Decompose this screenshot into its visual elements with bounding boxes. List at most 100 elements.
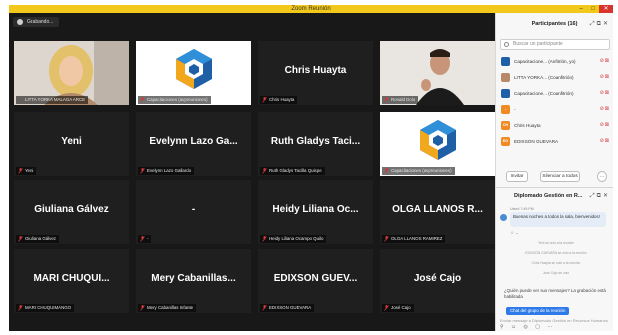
maximize-icon[interactable]: □ <box>587 5 599 13</box>
video-tile[interactable]: Capacitaciones (avpreuniones) <box>136 41 251 105</box>
participant-name-text: OLGA LLANOS RAMIREZ <box>391 236 443 241</box>
video-tile[interactable]: Mery Cabanillas... Mery Cabanillas Infant… <box>136 249 251 313</box>
microphone-muted-icon <box>384 305 389 311</box>
participant-display-name: OLGA LLANOS R... <box>392 204 483 215</box>
participant-name-label: Ruth Gladys Tacilla Quispe <box>260 167 325 175</box>
participant-name-label: Mery Cabanillas Infante <box>138 304 197 312</box>
mute-all-button[interactable]: Silenciar a todos <box>540 171 580 182</box>
participant-search-input[interactable]: Buscar un participante <box>500 39 610 50</box>
participant-name-text: EDIXSON GUEVARA <box>269 305 312 310</box>
invite-button[interactable]: Invitar <box>506 171 528 182</box>
video-tile[interactable]: Giuliana Gálvez Giuliana Gálvez <box>14 180 129 244</box>
participant-display-name: Mery Cabanillas... <box>151 273 236 284</box>
video-tile[interactable]: Evelynn Lazo Ga... Evelynn Lazo Gallardo <box>136 112 251 176</box>
chat-header-icons[interactable]: ⤢⧉✕ <box>590 189 610 203</box>
participant-list-item[interactable]: Capacitacione... (Coanfitrión) ⊘⊠ <box>496 86 614 102</box>
participant-name-label: Heidy Liliana Ocampo Quilo <box>260 235 327 243</box>
video-tile[interactable]: LITTA YORKA MALAGA ARCE <box>14 41 129 105</box>
window-controls: – □ ✕ <box>575 5 613 13</box>
participant-name-label: OLGA LLANOS RAMIREZ <box>382 235 446 243</box>
mute-video-status-icon[interactable]: ⊘⊠ <box>600 118 610 133</box>
microphone-muted-icon <box>140 168 145 174</box>
participant-list-item[interactable]: Capacitacione... (Anfitrión, yo) ⊘⊠ <box>496 54 614 70</box>
participant-name-label: MARI CHUQUIMANGO <box>16 304 75 312</box>
participant-name-label: Ronald Dolo <box>382 96 419 104</box>
avatar: EG <box>501 137 510 146</box>
organization-logo-icon <box>176 49 212 89</box>
participant-name-label: José Cajo <box>382 304 414 312</box>
participant-list-name: Capacitacione... (Coanfitrión) <box>514 91 574 96</box>
avatar <box>501 89 510 98</box>
microphone-muted-icon <box>384 97 389 103</box>
participant-list-item[interactable]: CH Chris Huayta ⊘⊠ <box>496 118 614 134</box>
video-tile[interactable]: EDIXSON GUEV... EDIXSON GUEVARA <box>258 249 373 313</box>
participant-list-name: - <box>514 107 516 112</box>
participant-name-text: Capacitaciones (avpreuniones) <box>147 97 208 102</box>
participant-name-label: LITTA YORKA MALAGA ARCE <box>16 96 89 104</box>
participant-display-name: MARI CHUQUI... <box>33 273 110 284</box>
participant-name-text: Heidy Liliana Ocampo Quilo <box>269 236 324 241</box>
participant-name-label: Capacitaciones (avpreuniones) <box>382 167 455 175</box>
participant-name-label: Giuliana Gálvez <box>16 235 59 243</box>
chat-destination-dropdown[interactable]: Chat del grupo de la reunión <box>506 307 570 315</box>
participants-header-icons[interactable]: ⤢⧉✕ <box>590 17 610 31</box>
system-line: Chris Huayta se unió a la reunión <box>531 261 581 265</box>
participant-name-text: Giuliana Gálvez <box>25 236 56 241</box>
participant-name-text: MARI CHUQUIMANGO <box>25 305 72 310</box>
participant-list-item[interactable]: EG EDIXSON GUEVARA ⊘⊠ <box>496 134 614 150</box>
recording-label: Grabando... <box>27 19 54 25</box>
participant-display-name: Chris Huayta <box>284 65 347 76</box>
video-tile[interactable]: Capacitaciones (avpreuniones) <box>380 112 495 176</box>
chat-compose-input[interactable]: Enviar mensaje a Diplomado Gestión en Re… <box>500 318 610 323</box>
video-tile[interactable]: Heidy Liliana Oc... Heidy Liliana Ocampo … <box>258 180 373 244</box>
chat-title: Diplomado Gestión en R... <box>514 193 583 199</box>
system-line: José Cajo se unió <box>542 271 570 275</box>
mute-video-status-icon[interactable]: ⊘⊠ <box>600 70 610 85</box>
avatar <box>501 73 510 82</box>
participant-list-item[interactable]: - - ⊘⊠ <box>496 102 614 118</box>
video-tile[interactable]: Ronald Dolo <box>380 41 495 105</box>
microphone-muted-icon <box>384 168 389 174</box>
chat-header: Diplomado Gestión en R... ⤢⧉✕ <box>496 189 613 203</box>
participant-name-text: Evelynn Lazo Gallardo <box>147 168 192 173</box>
participant-name-text: LITTA YORKA MALAGA ARCE <box>25 97 86 102</box>
mute-video-status-icon[interactable]: ⊘⊠ <box>600 86 610 101</box>
video-tile[interactable]: Chris Huayta Chris Huayta <box>258 41 373 105</box>
chat-message-meta: Usted 7:49 PM <box>510 207 534 211</box>
participant-name-label: Evelynn Lazo Gallardo <box>138 167 195 175</box>
recording-indicator[interactable]: Grabando... <box>13 17 60 27</box>
more-button[interactable]: ... <box>597 171 607 182</box>
video-tile[interactable]: Yeni Yeni <box>14 112 129 176</box>
participant-display-name: Ruth Gladys Taci... <box>270 136 361 147</box>
microphone-muted-icon <box>140 97 145 103</box>
minimize-icon[interactable]: – <box>575 5 587 13</box>
video-tile[interactable]: Ruth Gladys Taci... Ruth Gladys Tacilla Q… <box>258 112 373 176</box>
recording-icon <box>17 19 23 25</box>
chat-toolbar-icons[interactable]: ⚲ ☺ ◎ ▢ ⋯ <box>500 324 610 330</box>
video-tile[interactable]: OLGA LLANOS R... OLGA LLANOS RAMIREZ <box>380 180 495 244</box>
side-panel: Participantes (16) ⤢⧉✕ Buscar un partici… <box>495 13 613 331</box>
participant-display-name: - <box>191 204 196 215</box>
participant-actions: Invitar Silenciar a todos ... <box>496 171 613 183</box>
participant-name-text: Ronald Dolo <box>391 97 416 102</box>
mute-video-status-icon[interactable]: ⊘⊠ <box>600 54 610 69</box>
participant-list-item[interactable]: LITTA YORKA... (Coanfitrión) ⊘⊠ <box>496 70 614 86</box>
participant-list-name: Chris Huayta <box>514 123 541 128</box>
close-icon[interactable]: ✕ <box>599 5 613 13</box>
reaction-icons[interactable]: ☺ ⌄ <box>510 230 519 235</box>
microphone-muted-icon <box>262 305 267 311</box>
video-tile[interactable]: MARI CHUQUI... MARI CHUQUIMANGO <box>14 249 129 313</box>
video-tile[interactable]: José Cajo José Cajo <box>380 249 495 313</box>
participant-display-name: Giuliana Gálvez <box>34 204 109 215</box>
video-tile[interactable]: -- <box>136 180 251 244</box>
participants-header: Participantes (16) ⤢⧉✕ <box>496 17 613 31</box>
mute-video-status-icon[interactable]: ⊘⊠ <box>600 102 610 117</box>
mute-video-status-icon[interactable]: ⊘⊠ <box>600 134 610 149</box>
window-title: Zoom Reunión <box>291 6 331 12</box>
avatar: - <box>501 105 510 114</box>
chat-privacy-notice: ¿Quién puede ver sus mensajes? La grabac… <box>504 288 606 299</box>
participant-name-text: Chris Huayta <box>269 97 295 102</box>
system-line: EDIXSON GUEVARA se unió a la reunión <box>525 251 587 255</box>
title-bar: Zoom Reunión – □ ✕ <box>9 5 613 13</box>
microphone-muted-icon <box>384 236 389 242</box>
